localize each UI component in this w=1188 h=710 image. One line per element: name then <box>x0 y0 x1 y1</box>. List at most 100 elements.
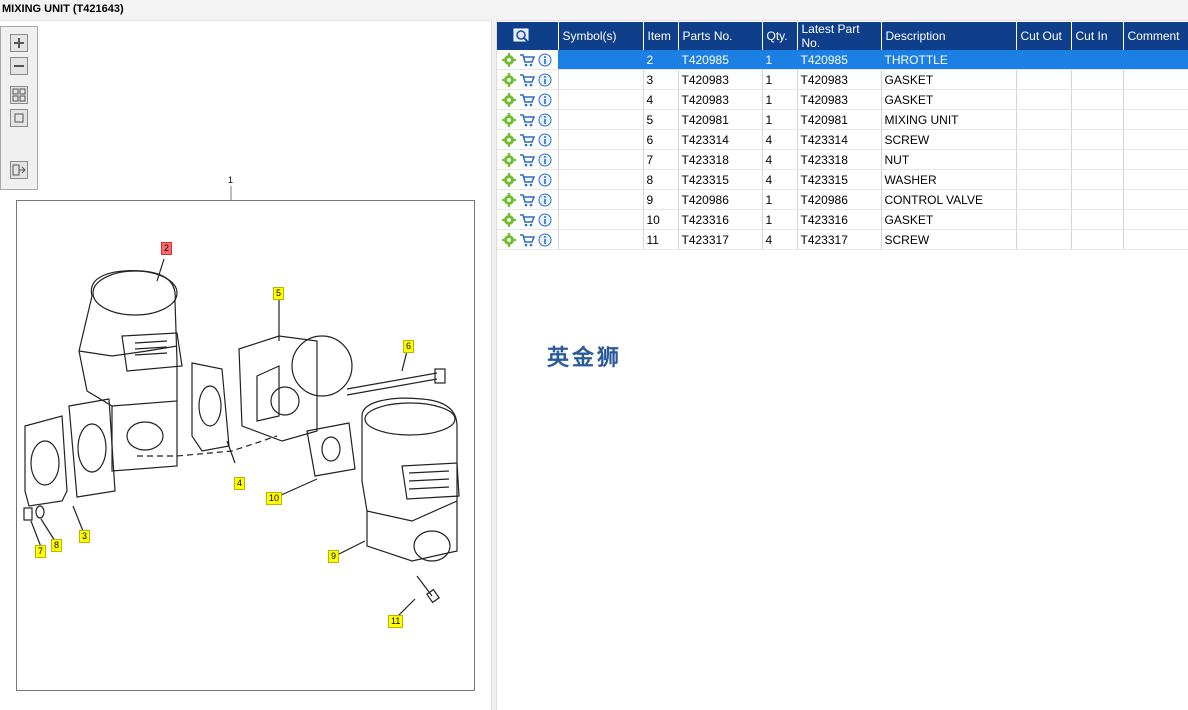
column-header-symbols[interactable]: Symbol(s) <box>558 22 644 50</box>
cell-description: SCREW <box>881 129 1017 150</box>
cell-parts-no: T420981 <box>678 109 763 130</box>
info-icon[interactable] <box>538 173 552 187</box>
callout-8[interactable]: 8 <box>51 539 63 552</box>
cell-cut-in <box>1071 229 1124 250</box>
column-header-cut-out[interactable]: Cut Out <box>1016 22 1072 50</box>
row-actions <box>497 189 559 210</box>
fit-window-button[interactable] <box>10 109 28 127</box>
table-row[interactable]: 3 T420983 1 T420983 GASKET <box>497 69 1188 90</box>
table-row[interactable]: 2 T420985 1 T420985 THROTTLE <box>497 50 1188 70</box>
row-actions <box>497 209 559 230</box>
callout-5[interactable]: 5 <box>273 287 285 300</box>
fit-icon <box>12 88 26 102</box>
gear-icon[interactable] <box>502 92 516 107</box>
cart-icon[interactable] <box>519 53 535 67</box>
info-icon[interactable] <box>538 113 552 127</box>
cell-parts-no: T423316 <box>678 209 763 230</box>
info-icon[interactable] <box>538 213 552 227</box>
fit-all-button[interactable] <box>10 86 28 104</box>
cell-description: WASHER <box>881 169 1017 190</box>
gear-icon[interactable] <box>502 172 516 187</box>
cell-cut-in <box>1071 50 1124 70</box>
column-header-comment[interactable]: Comment <box>1123 22 1188 50</box>
table-row[interactable]: 9 T420986 1 T420986 CONTROL VALVE <box>497 189 1188 210</box>
callout-6[interactable]: 6 <box>403 340 415 353</box>
gear-icon[interactable] <box>502 72 516 87</box>
gear-icon[interactable] <box>502 152 516 167</box>
zoom-out-button[interactable] <box>10 57 28 75</box>
callout-3[interactable]: 3 <box>79 530 91 543</box>
gear-icon[interactable] <box>502 232 516 247</box>
row-actions <box>497 229 559 250</box>
cell-symbols <box>558 109 644 130</box>
cell-symbols <box>558 129 644 150</box>
window-titlebar: MIXING UNIT (T421643) <box>0 0 1188 21</box>
info-icon[interactable] <box>538 93 552 107</box>
callout-2[interactable]: 2 <box>161 242 173 255</box>
info-icon[interactable] <box>538 233 552 247</box>
cell-comment <box>1123 129 1188 150</box>
table-row[interactable]: 8 T423315 4 T423315 WASHER <box>497 169 1188 190</box>
callout-10[interactable]: 10 <box>266 492 283 505</box>
callout-4[interactable]: 4 <box>234 477 246 490</box>
cell-qty: 1 <box>762 209 798 230</box>
info-icon[interactable] <box>538 133 552 147</box>
table-row[interactable]: 7 T423318 4 T423318 NUT <box>497 149 1188 170</box>
column-header-search[interactable] <box>497 22 559 50</box>
cell-cut-out <box>1016 89 1072 110</box>
cell-latest-part-no: T420981 <box>797 109 882 130</box>
cell-comment <box>1123 149 1188 170</box>
table-row[interactable]: 4 T420983 1 T420983 GASKET <box>497 89 1188 110</box>
info-icon[interactable] <box>538 153 552 167</box>
column-header-parts-no[interactable]: Parts No. <box>678 22 763 50</box>
cell-symbols <box>558 50 644 70</box>
cell-cut-out <box>1016 149 1072 170</box>
window-title: MIXING UNIT (T421643) <box>2 3 124 15</box>
minus-icon <box>14 65 24 67</box>
gear-icon[interactable] <box>502 112 516 127</box>
column-header-qty[interactable]: Qty. <box>762 22 798 50</box>
watermark: 英金狮 <box>547 345 623 370</box>
column-header-description[interactable]: Description <box>881 22 1017 50</box>
cart-icon[interactable] <box>519 93 535 107</box>
cart-icon[interactable] <box>519 153 535 167</box>
cell-parts-no: T420983 <box>678 69 763 90</box>
column-header-item[interactable]: Item <box>643 22 679 50</box>
info-icon[interactable] <box>538 73 552 87</box>
gear-icon[interactable] <box>502 212 516 227</box>
cart-icon[interactable] <box>519 73 535 87</box>
cart-icon[interactable] <box>519 193 535 207</box>
cell-item: 8 <box>643 169 679 190</box>
info-icon[interactable] <box>538 53 552 67</box>
cell-latest-part-no: T420985 <box>797 50 882 70</box>
callout-9[interactable]: 9 <box>328 550 340 563</box>
cell-symbols <box>558 209 644 230</box>
cart-icon[interactable] <box>519 133 535 147</box>
gear-icon[interactable] <box>502 192 516 207</box>
table-row[interactable]: 6 T423314 4 T423314 SCREW <box>497 129 1188 150</box>
gear-icon[interactable] <box>502 132 516 147</box>
callout-7[interactable]: 7 <box>35 545 47 558</box>
cart-icon[interactable] <box>519 213 535 227</box>
gear-icon[interactable] <box>502 52 516 67</box>
cell-cut-out <box>1016 169 1072 190</box>
cart-icon[interactable] <box>519 173 535 187</box>
cart-icon[interactable] <box>519 113 535 127</box>
cell-latest-part-no: T423315 <box>797 169 882 190</box>
info-icon[interactable] <box>538 193 552 207</box>
cell-cut-out <box>1016 129 1072 150</box>
table-row[interactable]: 11 T423317 4 T423317 SCREW <box>497 229 1188 250</box>
cell-item: 5 <box>643 109 679 130</box>
table-row[interactable]: 10 T423316 1 T423316 GASKET <box>497 209 1188 230</box>
cell-comment <box>1123 89 1188 110</box>
cell-symbols <box>558 169 644 190</box>
row-actions <box>497 129 559 150</box>
cell-cut-out <box>1016 69 1072 90</box>
column-header-latest-part-no[interactable]: Latest Part No. <box>797 22 882 50</box>
cart-icon[interactable] <box>519 233 535 247</box>
column-header-cut-in[interactable]: Cut In <box>1071 22 1124 50</box>
cell-item: 6 <box>643 129 679 150</box>
table-row[interactable]: 5 T420981 1 T420981 MIXING UNIT <box>497 109 1188 130</box>
callout-11[interactable]: 11 <box>388 615 404 628</box>
zoom-in-button[interactable] <box>10 34 28 52</box>
